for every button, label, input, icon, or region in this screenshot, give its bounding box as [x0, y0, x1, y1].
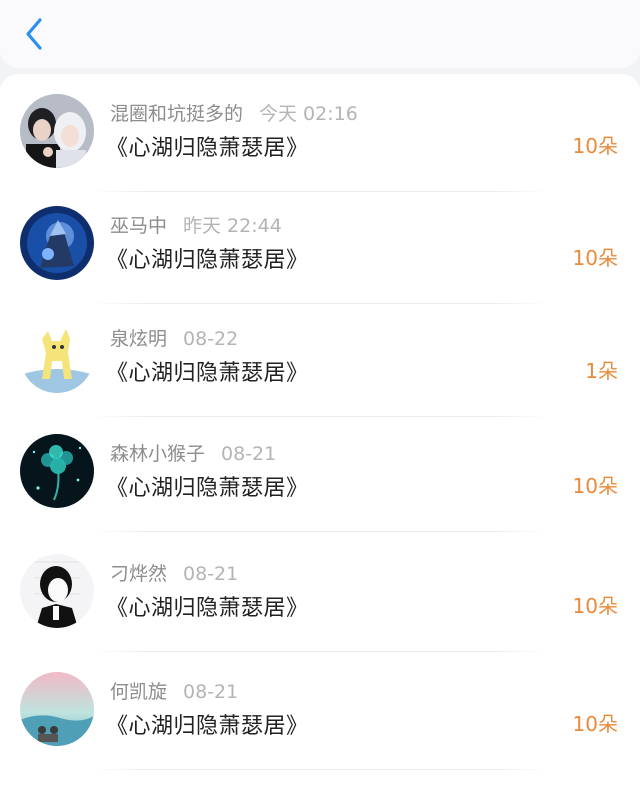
chevron-left-icon [26, 18, 42, 50]
timestamp: 昨天 22:44 [183, 215, 282, 237]
divider [92, 769, 548, 770]
user-name[interactable]: 何凯旋 [110, 681, 167, 703]
timestamp: 08-22 [183, 328, 239, 350]
user-name[interactable]: 刁烨然 [110, 563, 167, 585]
timestamp: 今天 02:16 [259, 103, 358, 125]
avatar[interactable] [20, 94, 94, 168]
flower-count: 10朵 [572, 594, 618, 618]
avatar[interactable] [20, 319, 94, 393]
list-item[interactable]: 刁烨然 08-21 《心湖归隐萧瑟居》 10朵 [0, 534, 640, 652]
flower-count: 10朵 [572, 712, 618, 736]
timestamp: 08-21 [183, 681, 239, 703]
avatar[interactable] [20, 672, 94, 746]
timestamp: 08-21 [183, 563, 239, 585]
book-title[interactable]: 《心湖归隐萧瑟居》 [106, 242, 309, 274]
list-item[interactable]: 森林小猴子 08-21 《心湖归隐萧瑟居》 10朵 [0, 414, 640, 532]
list-item[interactable]: 巫马中 昨天 22:44 《心湖归隐萧瑟居》 10朵 [0, 186, 640, 304]
avatar[interactable] [20, 554, 94, 628]
book-title[interactable]: 《心湖归隐萧瑟居》 [106, 130, 309, 162]
flower-count: 10朵 [572, 474, 618, 498]
avatar[interactable] [20, 206, 94, 280]
book-title[interactable]: 《心湖归隐萧瑟居》 [106, 470, 309, 502]
book-title[interactable]: 《心湖归隐萧瑟居》 [106, 355, 309, 387]
book-title[interactable]: 《心湖归隐萧瑟居》 [106, 590, 309, 622]
record-meta: 混圈和坑挺多的 今天 02:16 [110, 99, 358, 126]
user-name[interactable]: 巫马中 [110, 215, 167, 237]
avatar[interactable] [20, 434, 94, 508]
divider [92, 531, 548, 532]
record-meta: 巫马中 昨天 22:44 [110, 211, 282, 238]
list-item[interactable]: 泉炫明 08-22 《心湖归隐萧瑟居》 1朵 [0, 299, 640, 417]
list-item[interactable]: 何凯旋 08-21 《心湖归隐萧瑟居》 10朵 [0, 652, 640, 770]
top-bar [0, 0, 640, 68]
record-meta: 刁烨然 08-21 [110, 559, 238, 586]
list-item[interactable]: 混圈和坑挺多的 今天 02:16 《心湖归隐萧瑟居》 10朵 [0, 74, 640, 192]
back-button[interactable] [18, 14, 54, 54]
record-meta: 森林小猴子 08-21 [110, 439, 276, 466]
user-name[interactable]: 森林小猴子 [110, 443, 205, 465]
timestamp: 08-21 [221, 443, 277, 465]
flower-count: 1朵 [585, 359, 618, 383]
flower-count: 10朵 [572, 134, 618, 158]
record-meta: 何凯旋 08-21 [110, 677, 238, 704]
record-meta: 泉炫明 08-22 [110, 324, 238, 351]
flower-count: 10朵 [572, 246, 618, 270]
book-title[interactable]: 《心湖归隐萧瑟居》 [106, 708, 309, 740]
user-name[interactable]: 泉炫明 [110, 328, 167, 350]
user-name[interactable]: 混圈和坑挺多的 [110, 103, 243, 125]
gift-record-list: 混圈和坑挺多的 今天 02:16 《心湖归隐萧瑟居》 10朵 巫马中 昨天 22:4… [0, 74, 640, 794]
